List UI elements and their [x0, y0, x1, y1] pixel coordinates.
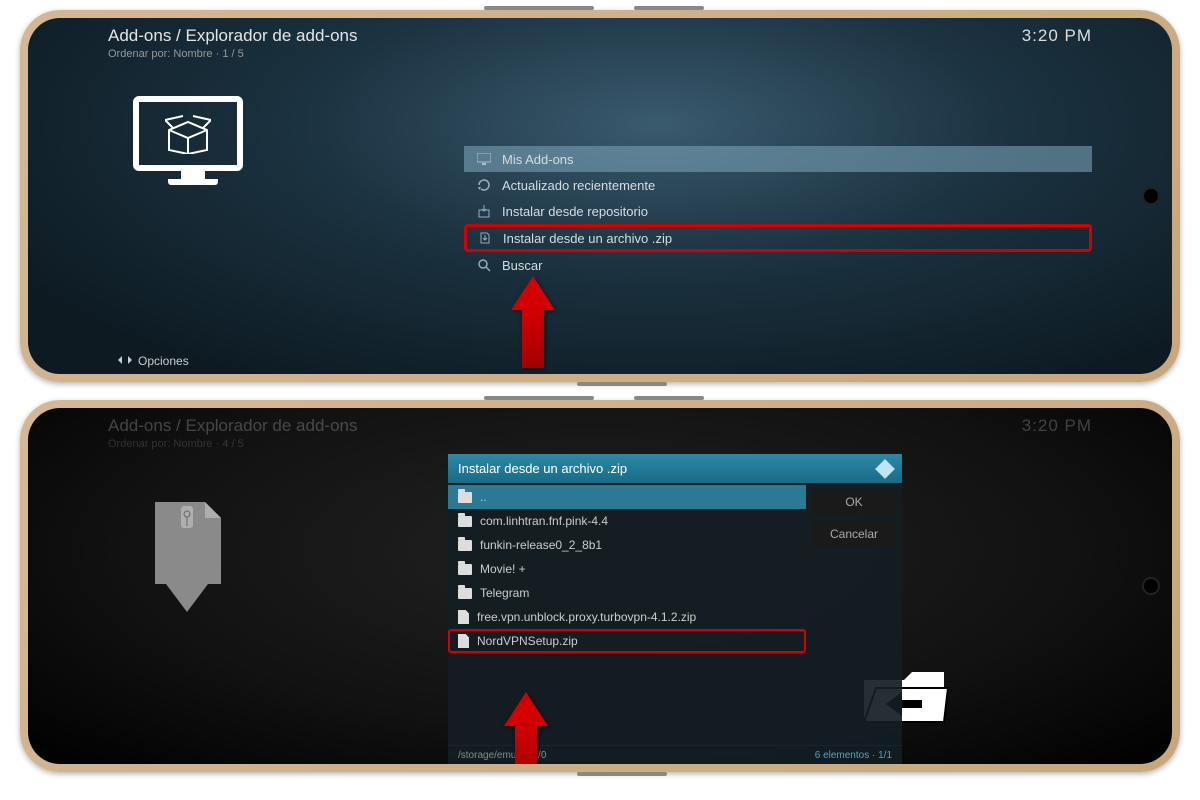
- menu-label: Actualizado recientemente: [502, 178, 655, 193]
- phone-frame-bottom: Add-ons / Explorador de add-ons Ordenar …: [20, 400, 1180, 772]
- open-box-icon: [165, 114, 211, 154]
- arrows-icon: [118, 354, 132, 368]
- item-count: 6 elementos · 1/1: [815, 750, 892, 761]
- sort-status: Ordenar por: Nombre · 4 / 5: [108, 438, 358, 450]
- file-label: free.vpn.unblock.proxy.turbovpn-4.1.2.zi…: [477, 610, 696, 624]
- phone-hw-buttons: [484, 396, 704, 400]
- breadcrumb: Add-ons / Explorador de add-ons: [108, 416, 358, 436]
- file-label: funkin-release0_2_8b1: [480, 538, 602, 552]
- menu-label: Mis Add-ons: [502, 152, 574, 167]
- folder-icon: [458, 588, 472, 599]
- folder-icon: [458, 516, 472, 527]
- cancel-button[interactable]: Cancelar: [812, 521, 896, 547]
- menu-install-zip[interactable]: Instalar desde un archivo .zip: [464, 224, 1092, 252]
- file-label: Telegram: [480, 586, 529, 600]
- menu-label: Instalar desde repositorio: [502, 204, 648, 219]
- dialog-header: Instalar desde un archivo .zip: [448, 454, 902, 483]
- file-item-zip[interactable]: free.vpn.unblock.proxy.turbovpn-4.1.2.zi…: [448, 605, 806, 629]
- phone-hw-button-bottom: [577, 382, 667, 386]
- menu-label: Buscar: [502, 258, 542, 273]
- refresh-icon: [476, 177, 492, 193]
- phone-hw-buttons: [484, 6, 704, 10]
- phone-frame-top: Add-ons / Explorador de add-ons Ordenar …: [20, 10, 1180, 382]
- dialog-title: Instalar desde un archivo .zip: [458, 461, 627, 476]
- annotation-arrow: [506, 692, 546, 764]
- menu-label: Instalar desde un archivo .zip: [503, 231, 672, 246]
- file-label: NordVPNSetup.zip: [477, 634, 578, 648]
- addons-monitor-icon: [133, 96, 253, 196]
- zip-download-icon: [143, 498, 243, 618]
- menu-install-repo[interactable]: Instalar desde repositorio: [464, 198, 1092, 224]
- search-icon: [476, 257, 492, 273]
- dialog-buttons: OK Cancelar: [806, 483, 902, 745]
- menu-my-addons[interactable]: Mis Add-ons: [464, 146, 1092, 172]
- sort-status: Ordenar por: Nombre · 1 / 5: [108, 48, 358, 60]
- zip-down-icon: [477, 230, 493, 246]
- folder-icon: [458, 540, 472, 551]
- file-list: .. com.linhtran.fnf.pink-4.4 funkin-rele…: [448, 483, 806, 745]
- menu-recently-updated[interactable]: Actualizado recientemente: [464, 172, 1092, 198]
- file-icon: [458, 610, 469, 624]
- file-item-nordvpn-zip[interactable]: NordVPNSetup.zip: [448, 629, 806, 653]
- file-label: ..: [480, 490, 487, 504]
- kodi-addons-screen: Add-ons / Explorador de add-ons Ordenar …: [28, 18, 1172, 374]
- file-item-folder[interactable]: funkin-release0_2_8b1: [448, 533, 806, 557]
- topbar: Add-ons / Explorador de add-ons Ordenar …: [108, 416, 1092, 450]
- annotation-arrow: [513, 276, 553, 366]
- file-label: com.linhtran.fnf.pink-4.4: [480, 514, 608, 528]
- kodi-zip-dialog-screen: Add-ons / Explorador de add-ons Ordenar …: [28, 408, 1172, 764]
- camera-hole: [1144, 579, 1158, 593]
- addons-menu: Mis Add-ons Actualizado recientemente In…: [464, 146, 1092, 278]
- file-icon: [458, 634, 469, 648]
- breadcrumb: Add-ons / Explorador de add-ons: [108, 26, 358, 46]
- folder-icon: [458, 492, 472, 503]
- file-label: Movie! +: [480, 562, 526, 576]
- file-item-folder[interactable]: com.linhtran.fnf.pink-4.4: [448, 509, 806, 533]
- folder-icon: [458, 564, 472, 575]
- file-item-folder[interactable]: Telegram: [448, 581, 806, 605]
- clock: 3:20 PM: [1022, 26, 1092, 60]
- clock: 3:20 PM: [1022, 416, 1092, 450]
- file-item-folder[interactable]: Movie! +: [448, 557, 806, 581]
- options-footer[interactable]: Opciones: [118, 354, 189, 368]
- box-down-icon: [476, 203, 492, 219]
- topbar: Add-ons / Explorador de add-ons Ordenar …: [108, 26, 1092, 60]
- camera-hole: [1144, 189, 1158, 203]
- file-item-up[interactable]: ..: [448, 485, 806, 509]
- kodi-logo-icon: [875, 459, 895, 479]
- phone-hw-button-bottom: [577, 772, 667, 776]
- options-label: Opciones: [138, 354, 189, 368]
- ok-button[interactable]: OK: [812, 489, 896, 515]
- menu-search[interactable]: Buscar: [464, 252, 1092, 278]
- screen-icon: [476, 151, 492, 167]
